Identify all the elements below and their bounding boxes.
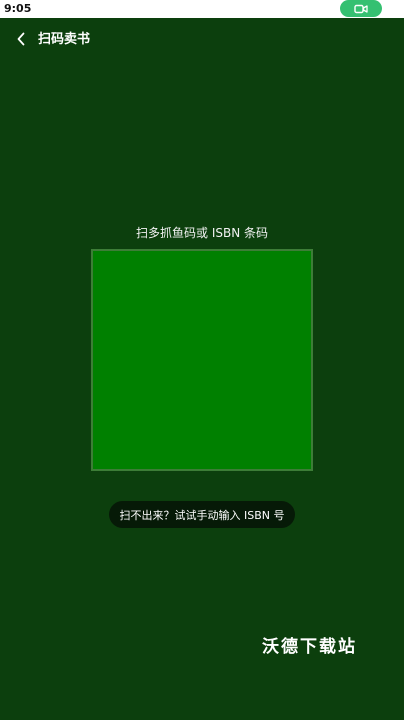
watermark: 沃德下载站 [262,637,357,657]
screen-record-indicator[interactable] [340,0,382,17]
status-time: 9:05 [4,2,32,15]
chevron-left-icon [16,31,26,50]
status-bar: 9:05 [0,0,404,18]
video-camera-icon [354,0,368,18]
page-title: 扫码卖书 [38,32,91,47]
back-button[interactable] [10,28,32,52]
manual-isbn-entry-label: 扫不出来？试试手动输入 ISBN 号 [119,508,285,522]
scan-frame [91,249,313,471]
manual-isbn-entry-button[interactable]: 扫不出来？试试手动输入 ISBN 号 [109,501,295,528]
top-bar: 扫码卖书 [0,22,404,58]
scan-hint-text: 扫多抓鱼码或 ISBN 条码 [136,226,268,240]
